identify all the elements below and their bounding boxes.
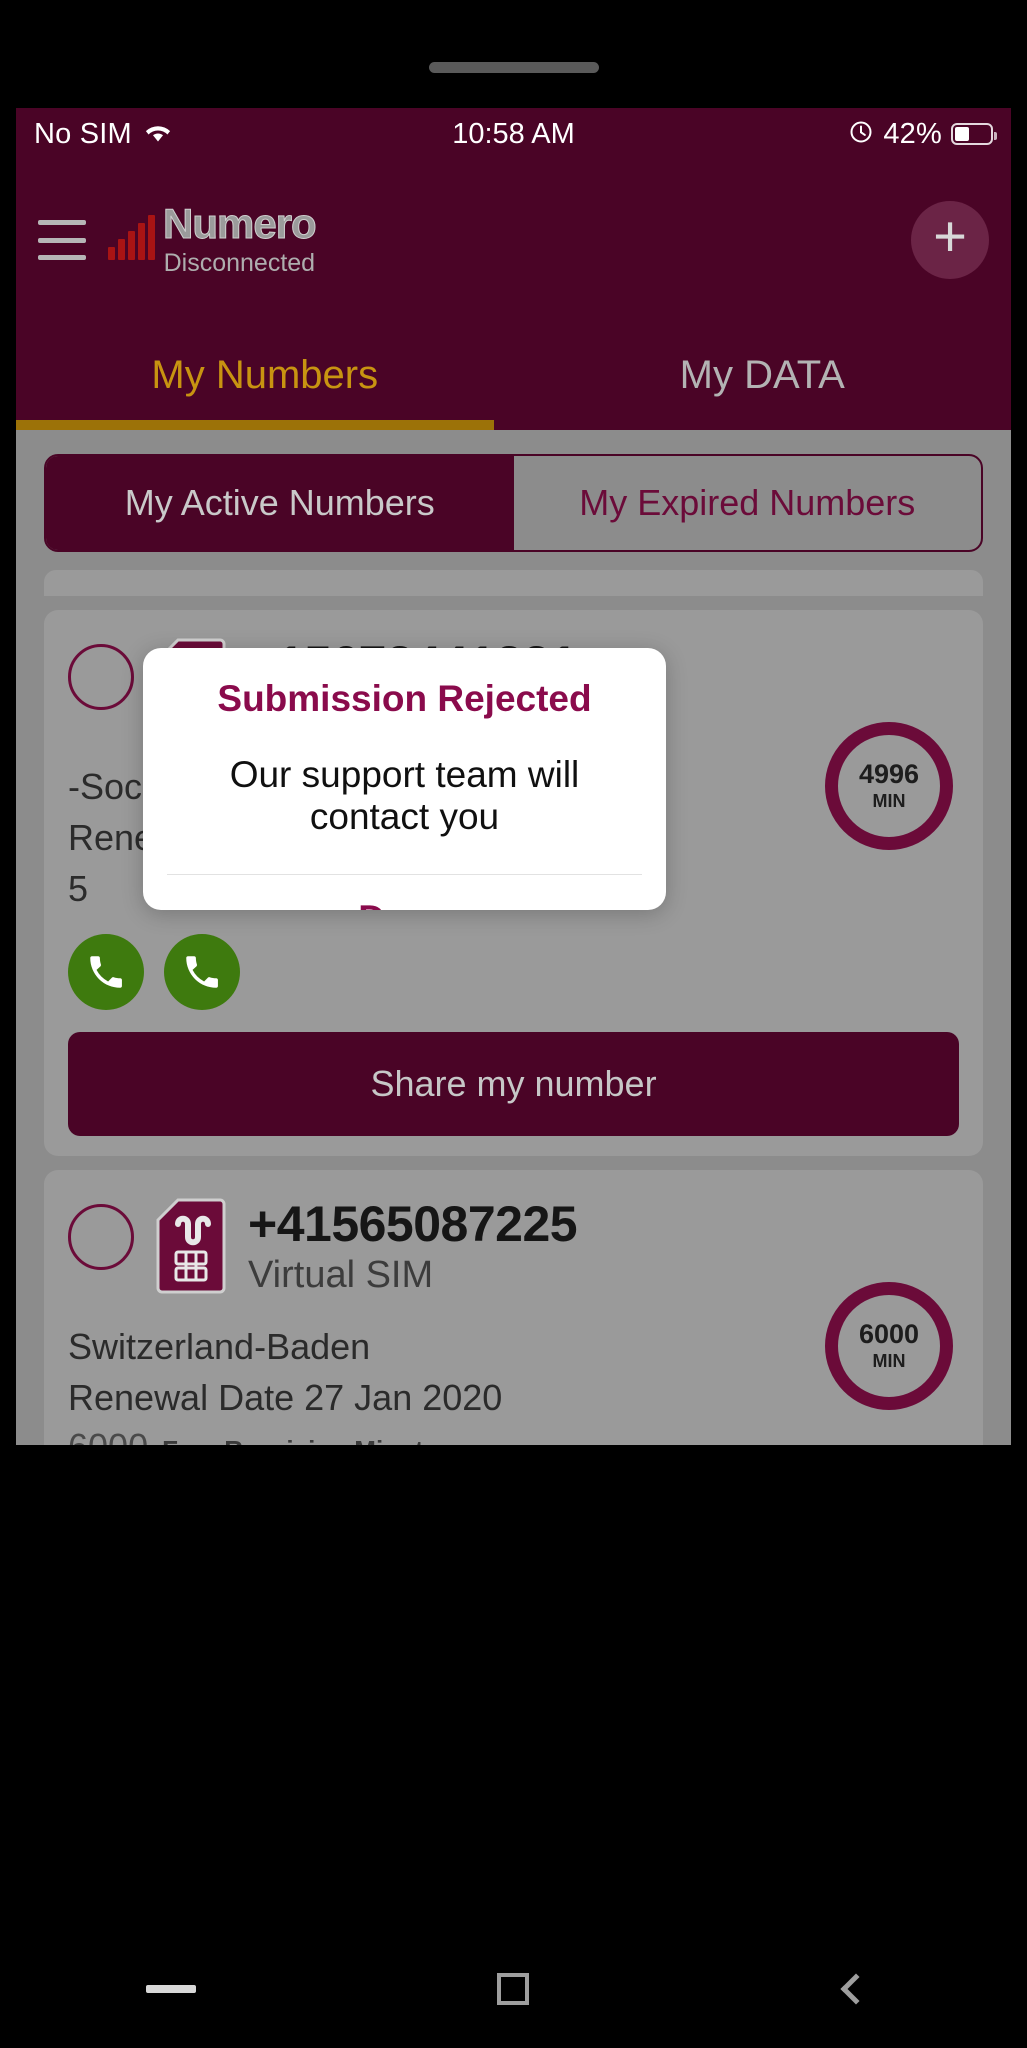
share-my-number-button[interactable]: Share my number [68, 1032, 959, 1137]
carrier-label: No SIM [34, 117, 132, 150]
outgoing-call-icon[interactable] [164, 934, 240, 1011]
battery-percent-label: 42% [883, 117, 942, 150]
status-bar-right: 42% [848, 117, 997, 151]
free-minutes-label: Free Receiving Minutes [162, 1435, 452, 1445]
content-area: My Active Numbers My Expired Numbers -So… [16, 430, 1011, 1445]
card-header: +41565087225 Virtual SIM [68, 1196, 959, 1299]
recents-dash-icon[interactable] [101, 1949, 241, 2029]
tab-my-numbers[interactable]: My Numbers [16, 320, 514, 430]
incoming-call-icon[interactable] [68, 934, 144, 1011]
hamburger-menu-icon[interactable] [38, 220, 86, 260]
sim-card-icon [154, 1198, 228, 1299]
status-bar-left: No SIM [34, 118, 174, 151]
battery-icon [951, 123, 997, 145]
tab-my-data[interactable]: My DATA [514, 320, 1012, 430]
card-select-radio[interactable] [68, 1204, 134, 1271]
status-bar: No SIM 10:58 AM 42% [16, 108, 1011, 160]
tab-active-indicator [16, 420, 494, 430]
number-card[interactable]: +41565087225 Virtual SIM Switzerland-Bad… [44, 1170, 983, 1445]
segment-my-active-numbers[interactable]: My Active Numbers [46, 456, 514, 550]
home-square-icon[interactable] [443, 1949, 583, 2029]
minutes-gauge: 4996 MIN [825, 722, 953, 850]
dialog-message: Our support team will contact you [229, 754, 580, 837]
segment-my-expired-numbers[interactable]: My Expired Numbers [514, 456, 982, 550]
clock-label: 10:58 AM [452, 117, 575, 150]
main-tabs: My Numbers My DATA [16, 320, 1011, 430]
dialog-done-button[interactable]: Done [143, 875, 666, 910]
phone-screen: No SIM 10:58 AM 42% Numero Disconnected … [0, 0, 1027, 2048]
app-logo: Numero [163, 200, 318, 248]
system-navigation-bar [0, 1930, 1027, 2048]
signal-bars-icon [108, 215, 155, 261]
gauge-value: 4996 [858, 758, 920, 789]
gauge-value: 6000 [858, 1318, 920, 1349]
dialog-title: Submission Rejected [217, 678, 592, 719]
back-chevron-icon[interactable] [786, 1949, 926, 2029]
card-actions [68, 934, 959, 1011]
renewal-date-label: Renewal Date 27 Jan 2020 [68, 1377, 503, 1419]
gauge-unit: MIN [872, 790, 906, 811]
app-viewport: No SIM 10:58 AM 42% Numero Disconnected … [16, 108, 1011, 1445]
phone-number: +41565087225 [248, 1196, 578, 1253]
free-minutes-row: 6000 Free Receiving Minutes [68, 1426, 959, 1445]
add-number-button[interactable]: + [911, 201, 989, 279]
connection-status-label: Disconnected [163, 248, 316, 277]
gauge-unit: MIN [872, 1350, 906, 1371]
alarm-icon [848, 119, 874, 150]
dialog-body: Submission Rejected Our support team wil… [143, 648, 666, 875]
minutes-gauge: 6000 MIN [825, 1282, 953, 1411]
numbers-filter-segmented-control: My Active Numbers My Expired Numbers [44, 454, 983, 552]
sim-type-label: Virtual SIM [248, 1254, 434, 1297]
scroll-peek-card [44, 570, 983, 596]
wifi-icon [142, 120, 174, 149]
number-block: +41565087225 Virtual SIM [248, 1196, 578, 1297]
card-select-radio[interactable] [68, 644, 134, 710]
device-speaker-grille [428, 62, 599, 73]
brand-block: Numero Disconnected [108, 200, 318, 277]
submission-rejected-dialog: Submission Rejected Our support team wil… [143, 648, 666, 910]
brand-text: Numero Disconnected [163, 200, 318, 277]
app-header: Numero Disconnected + [16, 160, 1011, 320]
free-minutes-value: 6000 [68, 1426, 148, 1445]
